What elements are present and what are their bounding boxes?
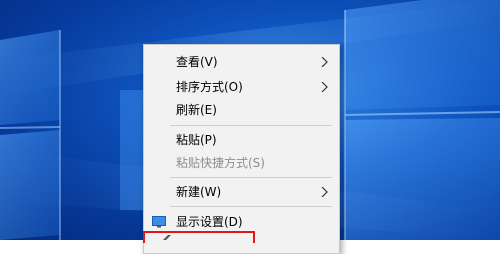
menu-item-display-settings[interactable]: 显示设置(D) xyxy=(144,211,339,233)
desktop-context-menu: 查看(V) 排序方式(O) 刷新(E) 粘贴(P) 粘贴快捷方式(S) 新建(W… xyxy=(143,44,340,254)
chevron-right-icon xyxy=(321,57,328,67)
menu-item-label: 排序方式(O) xyxy=(176,80,243,94)
menu-separator xyxy=(170,206,332,207)
menu-item-label: 显示设置(D) xyxy=(176,215,243,229)
menu-item-label: 新建(W) xyxy=(176,185,222,199)
menu-item-paste[interactable]: 粘贴(P) xyxy=(144,129,339,151)
menu-item-label: 粘贴快捷方式(S) xyxy=(176,156,265,170)
chevron-right-icon xyxy=(321,82,328,92)
chevron-right-icon xyxy=(321,187,328,197)
menu-item-sort-by[interactable]: 排序方式(O) xyxy=(144,76,339,98)
red-highlight-box xyxy=(143,231,255,243)
menu-item-view[interactable]: 查看(V) xyxy=(144,51,339,73)
menu-separator xyxy=(170,125,332,126)
menu-item-new[interactable]: 新建(W) xyxy=(144,181,339,203)
menu-item-label: 刷新(E) xyxy=(176,103,217,117)
menu-item-label: 粘贴(P) xyxy=(176,133,217,147)
menu-item-label: 查看(V) xyxy=(176,55,218,69)
menu-item-refresh[interactable]: 刷新(E) xyxy=(144,99,339,121)
display-settings-icon xyxy=(152,216,166,228)
menu-item-paste-shortcut: 粘贴快捷方式(S) xyxy=(144,152,339,174)
menu-separator xyxy=(170,177,332,178)
